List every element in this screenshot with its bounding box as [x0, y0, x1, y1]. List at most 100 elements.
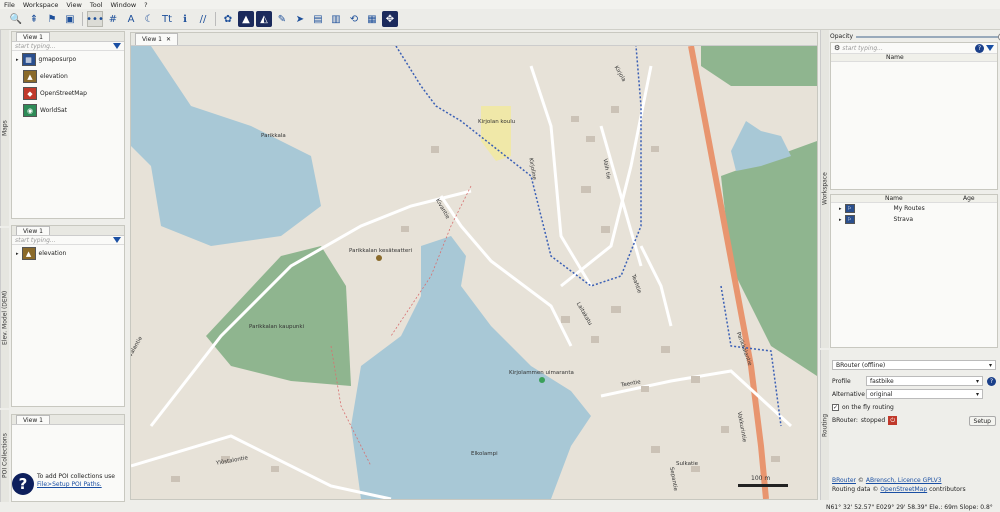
fullscreen-icon[interactable]: ✥ [382, 11, 398, 27]
monitor-icon[interactable]: ▣ [62, 11, 78, 27]
info-icon[interactable]: ℹ [177, 11, 193, 27]
route-icon[interactable]: ⟲ [346, 11, 362, 27]
chevron-down-icon: ▾ [975, 390, 979, 398]
tab-view1[interactable]: View 1 [16, 32, 50, 41]
elevation-map-icon: ▲ [23, 70, 37, 83]
elev-filter-input[interactable]: start typing... [15, 237, 111, 244]
map-item[interactable]: ◆ OpenStreetMap [12, 85, 124, 102]
theater-poi-icon [376, 255, 382, 261]
opacity-slider[interactable] [856, 32, 1000, 41]
otf-checkbox[interactable]: ✓ [832, 403, 839, 411]
license-link[interactable]: ABrensch, Licence GPLV3 [866, 477, 942, 484]
edit-icon[interactable]: ✎ [274, 11, 290, 27]
tab-view1[interactable]: View 1 [16, 415, 50, 424]
map-item[interactable]: ▸ ▦ gmaposurpo [12, 51, 124, 68]
expand-icon[interactable]: ▸ [839, 206, 842, 212]
osm-link[interactable]: OpenStreetMap [880, 486, 927, 493]
database-row[interactable]: ▸ ⚐ My Routes [831, 203, 997, 214]
osm-map-icon: ◆ [23, 87, 37, 100]
help-question-icon: ? [12, 473, 34, 495]
database-row[interactable]: ▸ ⚐ Strava [831, 214, 997, 225]
map-label: Kirjolammen uimaranta [509, 370, 574, 376]
doc-icon[interactable]: ▤ [310, 11, 326, 27]
toolbar-separator [215, 12, 216, 26]
text-size-icon[interactable]: Tt [159, 11, 175, 27]
brouter-link[interactable]: BRouter [832, 477, 856, 484]
chevron-down-icon: ▾ [975, 377, 979, 385]
column-name[interactable]: Name [885, 195, 963, 202]
maps-panel: View 1 start typing... ▸ ▦ gmaposurpo ▲ ele… [11, 31, 125, 219]
menu-workspace[interactable]: Workspace [23, 1, 59, 9]
lake-shape [131, 46, 321, 246]
elev-side-tab[interactable]: Elev. Model (DEM) [0, 228, 9, 408]
elevation-panel: View 1 start typing... ▸ ▲ elevation [11, 225, 125, 407]
router-select[interactable]: BRouter (offline) ▾ [832, 360, 996, 370]
north-arrow-icon[interactable]: A [123, 11, 139, 27]
filter-icon[interactable] [986, 45, 994, 51]
help-icon[interactable]: ? [975, 43, 984, 53]
map-label: Elkolampi [471, 451, 498, 457]
workspace-filter-input[interactable]: start typing... [842, 45, 973, 52]
flag-route-icon[interactable]: ⚑ [44, 11, 60, 27]
image-icon[interactable]: ▦ [364, 11, 380, 27]
column-name[interactable]: Name [886, 54, 904, 61]
poi-setup-link[interactable]: File>Setup POI Paths. [37, 481, 102, 488]
filter-icon[interactable] [113, 237, 121, 243]
poi-side-tab[interactable]: POI Collections [0, 410, 9, 502]
help-icon[interactable]: ? [987, 376, 996, 386]
landscape-icon[interactable]: ◭ [256, 11, 272, 27]
maps-filter-input[interactable]: start typing... [15, 43, 111, 50]
profile-select[interactable]: fastbike ▾ [866, 376, 983, 386]
status-slope: Slope: 0.8° [959, 503, 993, 511]
maps-side-tab[interactable]: Maps [0, 30, 9, 226]
add-person-icon[interactable]: ⇞ [26, 11, 42, 27]
close-tab-icon[interactable]: ✕ [166, 34, 171, 45]
menu-help[interactable]: ? [144, 1, 147, 9]
routing-panel: BRouter (offline) ▾ Profile fastbike ▾ ? A… [832, 360, 996, 500]
menu-view[interactable]: View [66, 1, 81, 9]
menu-bar: File Workspace View Tool Window ? [0, 0, 1000, 9]
tab-view1[interactable]: View 1 [16, 226, 50, 235]
menu-window[interactable]: Window [111, 1, 137, 9]
zoom-globe-icon[interactable]: 🔍 [8, 11, 24, 27]
route-db-icon: ⚐ [844, 215, 855, 224]
filter-icon[interactable] [113, 43, 121, 49]
expand-icon[interactable]: ▸ [16, 57, 19, 63]
status-elevation: Ele.: 69m [929, 503, 958, 511]
expand-icon[interactable]: ▸ [16, 251, 19, 257]
send-icon[interactable]: ➤ [292, 11, 308, 27]
database-panel: Name Age ▸ ⚐ My Routes ▸ ⚐ Strava [830, 194, 998, 348]
setup-button[interactable]: Setup [968, 415, 996, 426]
toolbar-separator [82, 12, 83, 26]
mountains-icon[interactable]: ▲ [238, 11, 254, 27]
stop-icon[interactable]: ⏻ [888, 416, 898, 425]
tab-view1[interactable]: View 1 ✕ [135, 33, 178, 45]
menu-tool[interactable]: Tool [90, 1, 103, 9]
menu-file[interactable]: File [4, 1, 15, 9]
school-area [481, 106, 511, 161]
routing-side-tab[interactable]: Routing [820, 350, 829, 500]
workspace-side-tab[interactable]: Workspace [820, 30, 829, 348]
slash-icon[interactable]: // [195, 11, 211, 27]
map-canvas[interactable]: Parikkala Kirjolan koulu Parikkalan kesä… [131, 46, 817, 499]
alternative-select[interactable]: original ▾ [866, 389, 983, 399]
workspace-panel: ⚙ start typing... ? Name [830, 42, 998, 190]
opacity-row: Opacity [830, 31, 1000, 42]
expand-icon[interactable]: ▸ [839, 217, 842, 223]
column-age[interactable]: Age [963, 195, 975, 202]
dots-icon[interactable]: ••• [86, 11, 104, 27]
chevron-down-icon: ▾ [988, 361, 992, 369]
dem-item[interactable]: ▸ ▲ elevation [12, 245, 124, 262]
poi-help-text: To add POI collections use [37, 473, 115, 480]
road [529, 65, 593, 287]
map-svg[interactable] [131, 46, 817, 499]
map-item[interactable]: ◉ WorldSat [12, 102, 124, 119]
poi-icon[interactable]: ✿ [220, 11, 236, 27]
moon-icon[interactable]: ☾ [141, 11, 157, 27]
map-item[interactable]: ▲ elevation [12, 68, 124, 85]
elevation-icon: ▲ [21, 247, 36, 260]
docs-icon[interactable]: ▥ [328, 11, 344, 27]
search-icon: ⚙ [834, 44, 841, 52]
sat-map-icon: ◉ [23, 104, 37, 117]
grid-icon[interactable]: # [105, 11, 121, 27]
